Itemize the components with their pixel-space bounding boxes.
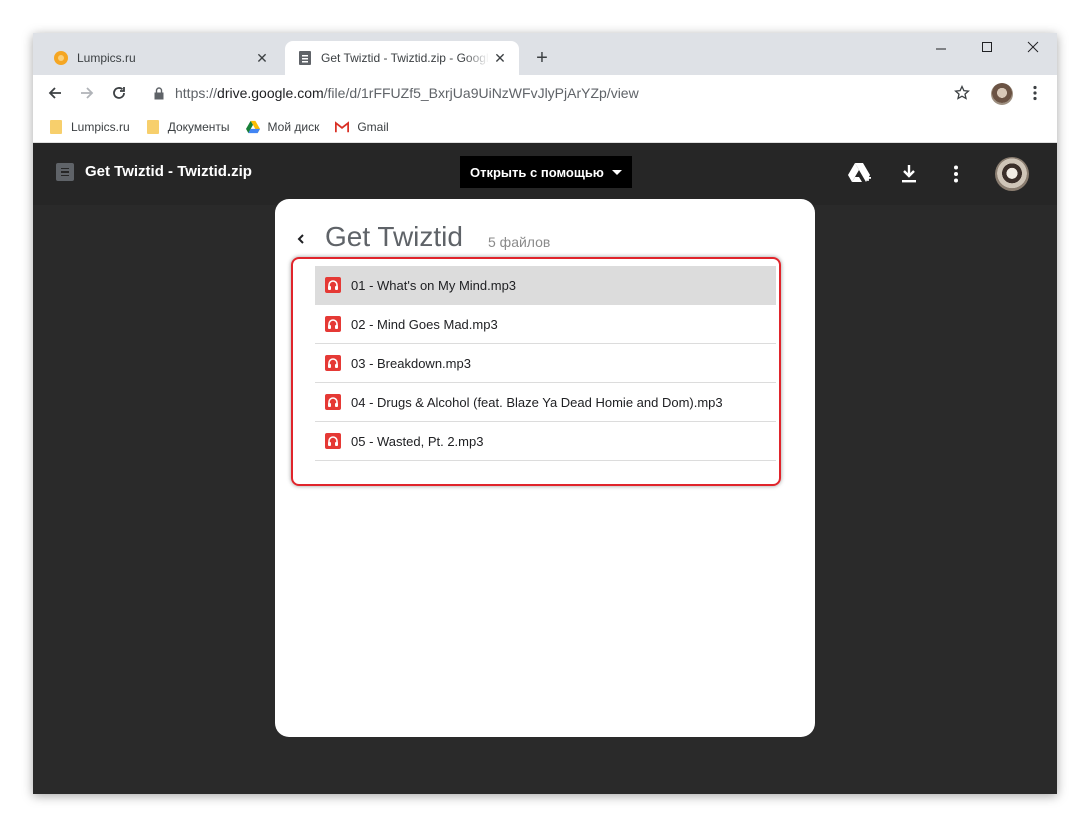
tab-title: Get Twiztid - Twiztid.zip - Google Drive [321, 51, 489, 65]
add-to-drive-icon[interactable] [846, 160, 874, 188]
doc-icon [297, 50, 313, 66]
star-icon[interactable] [951, 82, 973, 104]
audio-file-icon [325, 355, 341, 371]
minimize-icon[interactable] [918, 33, 964, 61]
url-host: drive.google.com [217, 85, 324, 101]
close-icon[interactable]: ✕ [489, 47, 511, 69]
reload-icon[interactable] [107, 81, 131, 105]
file-name: 04 - Drugs & Alcohol (feat. Blaze Ya Dea… [351, 394, 723, 410]
file-name: 05 - Wasted, Pt. 2.mp3 [351, 433, 484, 449]
list-item[interactable]: 02 - Mind Goes Mad.mp3 [315, 305, 776, 344]
drive-icon [245, 120, 260, 134]
browser-toolbar: https://drive.google.com/file/d/1rFFUZf5… [33, 75, 1057, 111]
bookmark-my-drive[interactable]: Мой диск [245, 119, 320, 134]
zip-contents-panel: Get Twiztid 5 файлов 01 - What's on My M… [275, 199, 815, 737]
bookmark-label: Lumpics.ru [71, 119, 130, 134]
list-item[interactable]: 01 - What's on My Mind.mp3 [315, 266, 776, 305]
tab-drive[interactable]: Get Twiztid - Twiztid.zip - Google Drive… [285, 41, 519, 75]
folder-icon [146, 119, 160, 134]
doc-icon [56, 163, 74, 181]
more-options-icon[interactable] [942, 160, 970, 188]
orange-circle-icon [53, 50, 69, 66]
url-text: https://drive.google.com/file/d/1rFFUZf5… [175, 85, 639, 101]
list-item[interactable]: 04 - Drugs & Alcohol (feat. Blaze Ya Dea… [315, 383, 776, 422]
profile-avatar[interactable] [991, 83, 1013, 105]
audio-file-icon [325, 433, 341, 449]
audio-file-icon [325, 277, 341, 293]
url-path: /file/d/1rFFUZf5_BxrjUa9UiNzWFvJlyPjArYZ… [323, 85, 639, 101]
close-icon[interactable]: ✕ [251, 47, 273, 69]
open-with-label: Открыть с помощью [470, 164, 604, 180]
file-count: 5 файлов [488, 234, 551, 250]
folder-icon [49, 119, 63, 134]
tab-strip: Lumpics.ru ✕ Get Twiztid - Twiztid.zip -… [33, 33, 1057, 75]
bookmark-label: Документы [167, 119, 230, 134]
zip-name: Get Twiztid [325, 221, 463, 252]
maximize-icon[interactable] [964, 33, 1010, 61]
lock-icon [153, 86, 165, 100]
list-item[interactable]: 05 - Wasted, Pt. 2.mp3 [315, 422, 776, 461]
bookmarks-bar: Lumpics.ru Документы Мой диск Gmail [33, 111, 1057, 143]
kebab-menu-icon[interactable] [1025, 82, 1045, 104]
viewer-header: Get Twiztid - Twiztid.zip Открыть с помо… [33, 143, 1057, 205]
bookmark-gmail[interactable]: Gmail [335, 119, 389, 134]
audio-file-icon [325, 394, 341, 410]
back-arrow-icon[interactable] [43, 81, 67, 105]
tab-lumpics[interactable]: Lumpics.ru ✕ [41, 41, 281, 75]
address-bar[interactable]: https://drive.google.com/file/d/1rFFUZf5… [139, 79, 979, 107]
open-with-button[interactable]: Открыть с помощью [460, 156, 632, 188]
list-item[interactable]: 03 - Breakdown.mp3 [315, 344, 776, 383]
file-list: 01 - What's on My Mind.mp3 02 - Mind Goe… [315, 266, 776, 461]
bookmark-lumpics[interactable]: Lumpics.ru [49, 119, 130, 134]
account-avatar[interactable] [995, 157, 1029, 191]
bookmark-documents[interactable]: Документы [146, 119, 230, 134]
download-icon[interactable] [895, 160, 923, 188]
file-title: Get Twiztid - Twiztid.zip [85, 163, 252, 180]
file-name: 02 - Mind Goes Mad.mp3 [351, 316, 498, 332]
close-window-icon[interactable] [1010, 33, 1056, 61]
gmail-icon [335, 120, 350, 134]
url-scheme: https:// [175, 85, 218, 101]
file-name: 03 - Breakdown.mp3 [351, 355, 471, 371]
new-tab-button[interactable]: + [531, 47, 553, 69]
forward-arrow-icon[interactable] [75, 81, 99, 105]
bookmark-label: Мой диск [267, 119, 320, 134]
audio-file-icon [325, 316, 341, 332]
caret-down-icon [611, 169, 622, 175]
back-chevron-icon[interactable] [293, 231, 309, 247]
browser-window: Lumpics.ru ✕ Get Twiztid - Twiztid.zip -… [33, 33, 1057, 794]
bookmark-label: Gmail [357, 119, 389, 134]
tab-title: Lumpics.ru [77, 51, 136, 65]
file-name: 01 - What's on My Mind.mp3 [351, 277, 517, 293]
